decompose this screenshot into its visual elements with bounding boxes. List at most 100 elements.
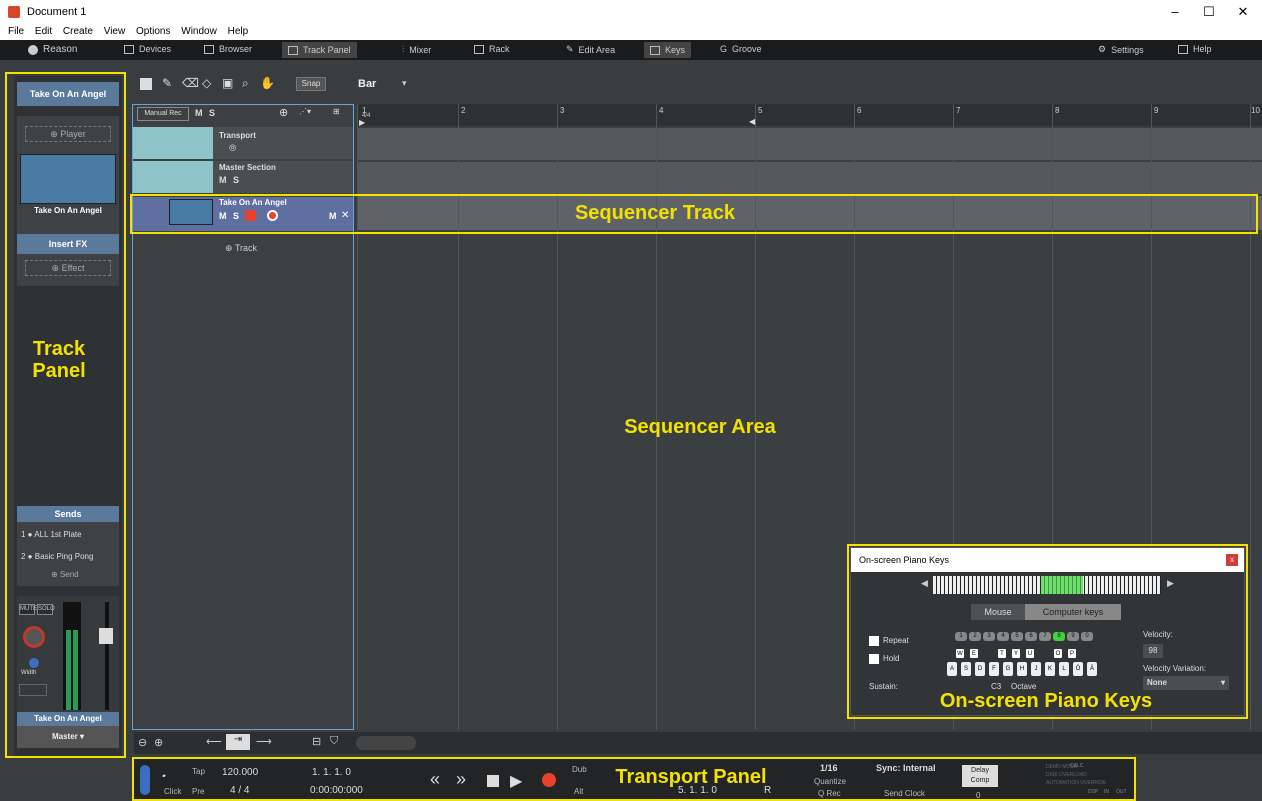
magnify-tool-icon[interactable]: ⌕ (242, 76, 249, 91)
black-key-p[interactable]: P (1067, 648, 1077, 659)
velocity-value[interactable]: 98 (1143, 644, 1163, 658)
white-key-10[interactable]: Ä (1087, 662, 1097, 676)
master-solo[interactable]: S (233, 175, 239, 185)
automation-record-icon[interactable] (245, 210, 256, 221)
white-key-5[interactable]: H (1017, 662, 1027, 676)
volume-fader[interactable] (99, 628, 113, 644)
velocity-preset-5[interactable]: 5 (1011, 632, 1023, 641)
follow-song-icon[interactable]: ⇥ (226, 734, 250, 750)
add-effect-button[interactable]: ⊕ Effect (25, 260, 111, 276)
delete-lane-icon[interactable]: ✕ (341, 210, 349, 221)
lane-mute[interactable]: M (329, 211, 337, 221)
mute-button[interactable]: MUTE (19, 604, 37, 615)
grid-dropdown-icon[interactable]: ▾ (402, 78, 407, 89)
rewind-button[interactable]: « (430, 769, 440, 790)
menu-create[interactable]: Create (63, 26, 93, 37)
grid-value[interactable]: Bar (358, 78, 376, 90)
velocity-preset-9[interactable]: 9 (1067, 632, 1079, 641)
menu-edit[interactable]: Edit (35, 26, 52, 37)
octave-left-arrow[interactable]: ◀ (921, 578, 928, 589)
add-track-icon[interactable]: ⊕ (279, 106, 288, 119)
automation-icon[interactable]: ⦾ (229, 143, 236, 154)
computer-keys-mode-button[interactable]: Computer keys (1025, 604, 1121, 620)
settings-button[interactable]: ⚙ Settings (1098, 44, 1144, 55)
tempo-display[interactable]: 120.000 (222, 767, 258, 778)
nav-rack[interactable]: Rack (474, 44, 510, 54)
nav-groove[interactable]: G Groove (720, 44, 762, 54)
nav-edit-area[interactable]: ✎ Edit Area (566, 44, 615, 55)
close-button[interactable]: ✕ (1228, 4, 1258, 20)
send-2[interactable]: 2 ● Basic Ping Pong (21, 552, 93, 561)
qrec-button[interactable]: Q Rec (818, 789, 841, 798)
fast-forward-button[interactable]: » (456, 769, 466, 790)
black-key-y[interactable]: Y (1011, 648, 1021, 659)
play-button[interactable]: ▶ (510, 771, 522, 791)
zoom-in-icon[interactable]: ⊕ (154, 736, 163, 749)
white-key-2[interactable]: D (975, 662, 985, 676)
maximize-button[interactable]: ☐ (1194, 4, 1224, 20)
velocity-preset-0[interactable]: 0 (1081, 632, 1093, 641)
master-lane[interactable] (357, 162, 1262, 194)
eraser-tool-icon[interactable]: ⌫ (182, 76, 199, 90)
menu-view[interactable]: View (104, 26, 126, 37)
loop-end-marker[interactable]: ◀ (749, 117, 755, 126)
mouse-mode-button[interactable]: Mouse (971, 604, 1025, 620)
dub-button[interactable]: Dub (572, 765, 587, 774)
delay-comp-button[interactable]: Delay Comp (962, 765, 998, 787)
white-key-1[interactable]: S (961, 662, 971, 676)
add-player-button[interactable]: ⊕ Player (25, 126, 111, 142)
black-key-t[interactable]: T (997, 648, 1007, 659)
velocity-preset-3[interactable]: 3 (983, 632, 995, 641)
nav-mixer[interactable]: ⫶ Mixer (402, 44, 431, 55)
click-button[interactable]: Click (164, 787, 181, 796)
mini-keyboard[interactable] (933, 576, 1161, 594)
velocity-preset-1[interactable]: 1 (955, 632, 967, 641)
pencil-tool-icon[interactable]: ✎ (162, 76, 172, 90)
add-track-button[interactable]: ⊕ Track (225, 243, 257, 254)
track-mute[interactable]: M (219, 211, 227, 221)
record-enable-button[interactable] (267, 210, 278, 221)
menu-file[interactable]: File (8, 26, 24, 37)
instrument-lane[interactable] (357, 196, 1262, 230)
black-key-o[interactable]: O (1053, 648, 1063, 659)
position-display[interactable]: 1. 1. 1. 0 (312, 767, 351, 778)
send-clock-button[interactable]: Send Clock (884, 789, 925, 798)
hold-checkbox[interactable] (869, 654, 879, 664)
horizontal-scrollbar[interactable] (356, 736, 416, 750)
velocity-variation-select[interactable]: None ▾ (1143, 676, 1229, 690)
track-row-transport[interactable]: Transport ⦾ (133, 127, 353, 159)
velocity-preset-6[interactable]: 6 (1025, 632, 1037, 641)
arrow-tool-icon[interactable] (140, 78, 152, 90)
white-key-0[interactable]: A (947, 662, 957, 676)
velocity-preset-8[interactable]: 8 (1053, 632, 1065, 641)
nav-browser[interactable]: Browser (204, 44, 252, 54)
menu-window[interactable]: Window (181, 26, 217, 37)
master-mute[interactable]: M (219, 175, 227, 185)
nav-track-panel[interactable]: Track Panel (282, 42, 357, 58)
ruler[interactable] (357, 104, 1262, 126)
signature-display[interactable]: 4 / 4 (230, 785, 249, 796)
white-key-4[interactable]: G (1003, 662, 1013, 676)
menu-options[interactable]: Options (136, 26, 170, 37)
zoom-out-icon[interactable]: ⊖ (138, 736, 147, 749)
nav-keys[interactable]: Keys (644, 42, 692, 58)
black-key-w[interactable]: W (955, 648, 965, 659)
octave-right-arrow[interactable]: ▶ (1167, 578, 1174, 589)
menu-help[interactable]: Help (228, 26, 249, 37)
reason-brand[interactable]: Reason (28, 44, 77, 55)
help-button[interactable]: Help (1178, 44, 1212, 54)
snap-button[interactable]: Snap (296, 77, 326, 91)
pan-knob[interactable] (23, 626, 45, 648)
minimize-button[interactable]: – (1160, 4, 1190, 19)
marker-icon[interactable]: ⛉ (330, 735, 338, 748)
manual-rec-button[interactable]: Manual Rec (137, 107, 189, 121)
razor-tool-icon[interactable]: ◇ (202, 76, 211, 90)
sync-dropdown[interactable]: Sync: Internal (876, 763, 936, 773)
transport-toggle[interactable] (140, 765, 150, 795)
eq-thumbnail[interactable] (19, 684, 47, 696)
add-send-button[interactable]: ⊕ Send (51, 570, 79, 579)
track-options-icon[interactable]: ⊞ (333, 107, 340, 116)
pre-button[interactable]: Pre (192, 787, 204, 796)
global-solo[interactable]: S (209, 108, 215, 118)
width-knob[interactable] (29, 658, 39, 668)
